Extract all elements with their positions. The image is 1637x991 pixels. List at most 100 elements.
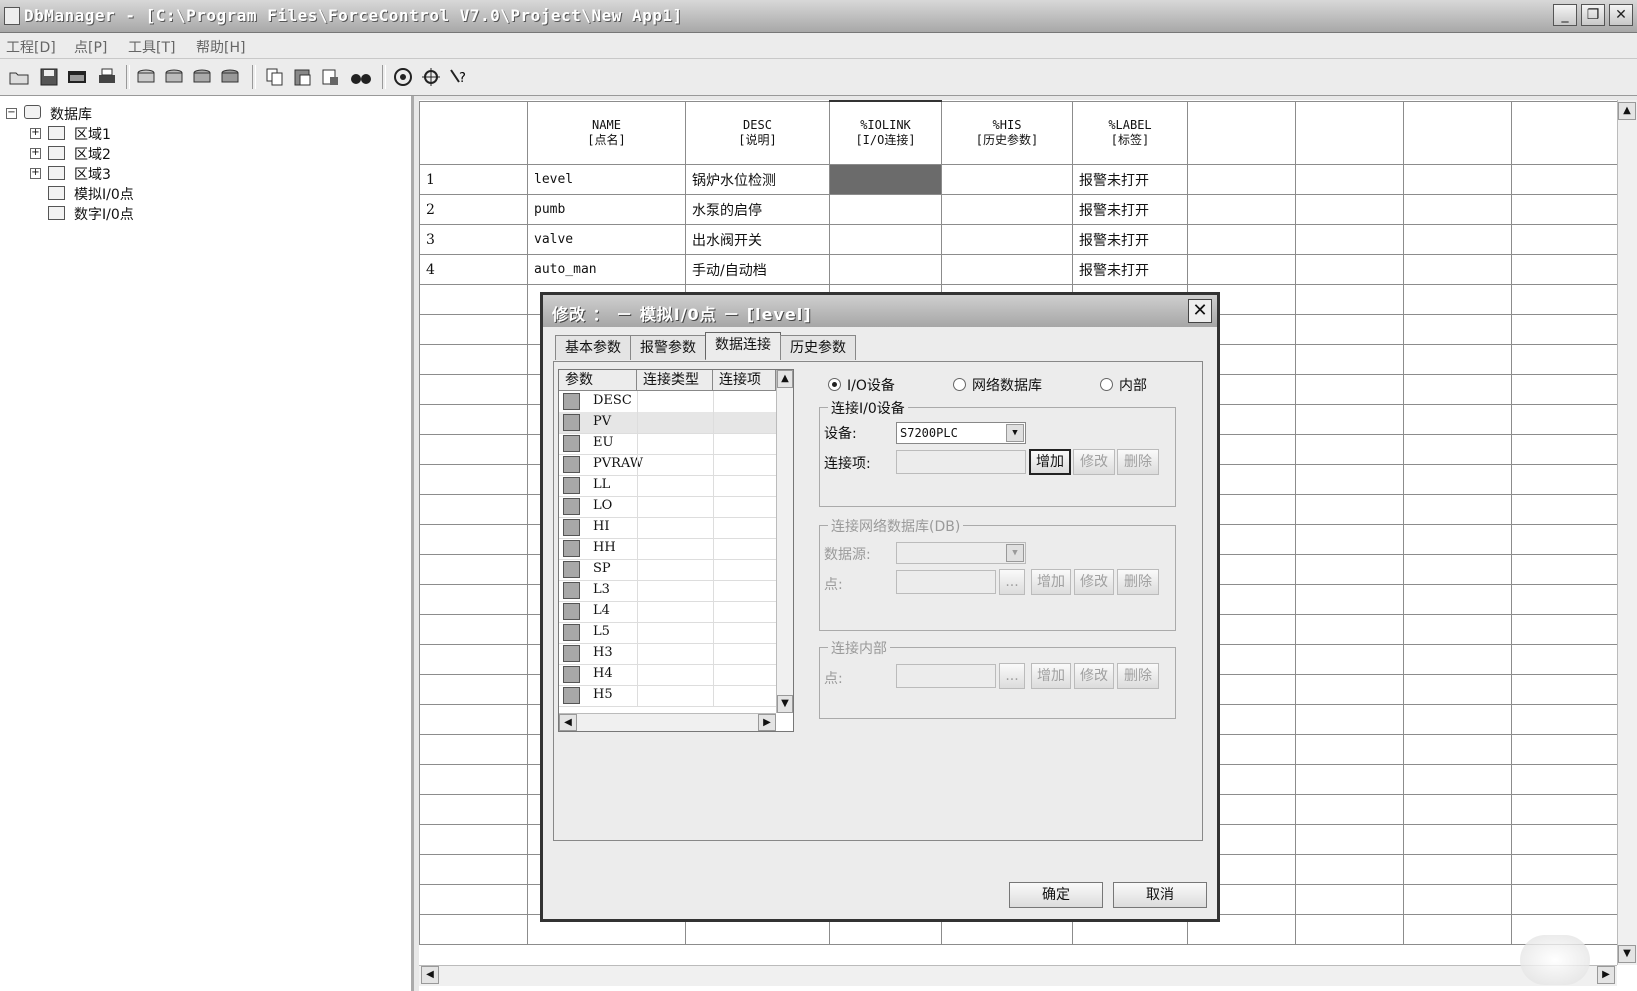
cell-empty[interactable] [1511,344,1632,375]
row-number[interactable] [419,884,528,915]
cell-empty[interactable] [1511,794,1632,825]
cell-empty[interactable] [1403,524,1512,555]
column-header-empty[interactable] [1187,100,1296,165]
param-checkbox[interactable] [563,540,580,557]
cell-empty[interactable] [1295,284,1404,315]
point-input[interactable] [896,570,996,594]
cell-empty[interactable] [1295,734,1404,765]
cell-empty[interactable] [1511,764,1632,795]
cell-empty[interactable] [1295,464,1404,495]
cell-empty[interactable] [1295,224,1404,255]
delete-db-icon[interactable] [192,67,214,87]
radio-icon[interactable] [953,378,966,391]
param-checkbox[interactable] [563,561,580,578]
edit-button[interactable]: 修改 [1074,569,1114,595]
param-conn-item[interactable] [713,643,777,664]
cell-empty[interactable] [1295,494,1404,525]
row-number[interactable] [419,764,528,795]
scroll-right-icon[interactable]: ▶ [758,714,776,731]
cell-empty[interactable] [1295,254,1404,285]
cell-empty[interactable] [1403,614,1512,645]
cell-iolink-selected[interactable] [829,164,942,195]
param-conn-item[interactable] [713,622,777,643]
param-row[interactable]: HH [559,538,776,560]
row-number[interactable] [419,674,528,705]
add-db-icon[interactable] [136,67,158,87]
cell-empty[interactable] [1187,164,1296,195]
row-number[interactable] [419,644,528,675]
conn-item-col-header[interactable]: 连接项 [713,370,776,390]
param-row[interactable]: LO [559,496,776,518]
column-header-label[interactable]: %LABEL [标签] [1072,100,1188,165]
cell-empty[interactable] [1511,164,1632,195]
param-row[interactable]: L3 [559,580,776,602]
row-number[interactable] [419,314,528,345]
row-number[interactable]: 1 [419,164,528,195]
close-button[interactable]: ✕ [1609,4,1633,26]
cell-empty[interactable] [1403,464,1512,495]
cell-empty[interactable] [1511,854,1632,885]
param-conn-type[interactable] [637,601,714,622]
param-conn-item[interactable] [713,664,777,685]
open-folder-icon[interactable] [8,67,30,87]
cell-empty[interactable] [1511,734,1632,765]
param-row[interactable]: L5 [559,622,776,644]
row-number[interactable]: 3 [419,224,528,255]
param-conn-type[interactable] [637,475,714,496]
row-number[interactable] [419,614,528,645]
param-list-vscroll[interactable]: ▲ ▼ [776,370,793,713]
param-conn-type[interactable] [637,559,714,580]
row-number[interactable] [419,464,528,495]
cell-empty[interactable] [1511,434,1632,465]
cell-empty[interactable] [1295,914,1404,945]
grid-horizontal-scrollbar[interactable]: ◀ ▶ [419,965,1617,986]
param-conn-type[interactable] [637,664,714,685]
row-number[interactable] [419,344,528,375]
cell-empty[interactable] [1295,704,1404,735]
param-conn-item[interactable] [713,454,777,475]
param-conn-item[interactable] [713,391,777,412]
cell-empty[interactable] [1295,764,1404,795]
cell-desc[interactable]: 出水阀开关 [685,224,830,255]
param-conn-type[interactable] [637,454,714,475]
scroll-right-icon[interactable]: ▶ [1597,966,1615,984]
cell-empty[interactable] [1403,374,1512,405]
save-icon[interactable] [38,67,60,87]
column-header-empty[interactable] [1403,100,1512,165]
crosshair-icon[interactable] [420,67,442,87]
column-header-name[interactable]: NAME [点名] [527,100,686,165]
tab-data-connection[interactable]: 数据连接 [705,332,781,359]
param-row[interactable]: LL [559,475,776,497]
edit-db-icon[interactable] [164,67,186,87]
cell-empty[interactable] [1295,344,1404,375]
cell-empty[interactable] [1403,284,1512,315]
param-checkbox[interactable] [563,498,580,515]
browse-button[interactable]: ... [999,569,1025,595]
cell-empty[interactable] [1511,284,1632,315]
table-row[interactable]: 1 level 锅炉水位检测 报警未打开 [419,164,1632,195]
cell-empty[interactable] [1511,464,1632,495]
edit-button[interactable]: 修改 [1074,663,1114,689]
chevron-down-icon[interactable]: ▼ [1006,424,1024,442]
scroll-up-icon[interactable]: ▲ [1618,102,1636,120]
row-number[interactable] [419,284,528,315]
cell-empty[interactable] [1295,434,1404,465]
param-row[interactable]: L4 [559,601,776,623]
cell-iolink[interactable] [829,254,942,285]
cell-empty[interactable] [1295,314,1404,345]
paste-icon[interactable] [292,67,314,87]
cell-empty[interactable] [1511,254,1632,285]
table-row[interactable]: 3 valve 出水阀开关 报警未打开 [419,224,1632,255]
cell-empty[interactable] [1511,374,1632,405]
device-select[interactable]: S7200PLC ▼ [896,422,1026,444]
delete-button[interactable]: 删除 [1117,569,1159,595]
cell-name[interactable]: auto_man [527,254,686,285]
param-checkbox[interactable] [563,624,580,641]
row-number[interactable] [419,554,528,585]
param-checkbox[interactable] [563,414,580,431]
radio-icon[interactable] [1100,378,1113,391]
collapse-icon[interactable]: − [6,108,17,119]
column-header-empty[interactable] [1295,100,1404,165]
param-row[interactable]: SP [559,559,776,581]
target-icon[interactable] [392,67,414,87]
